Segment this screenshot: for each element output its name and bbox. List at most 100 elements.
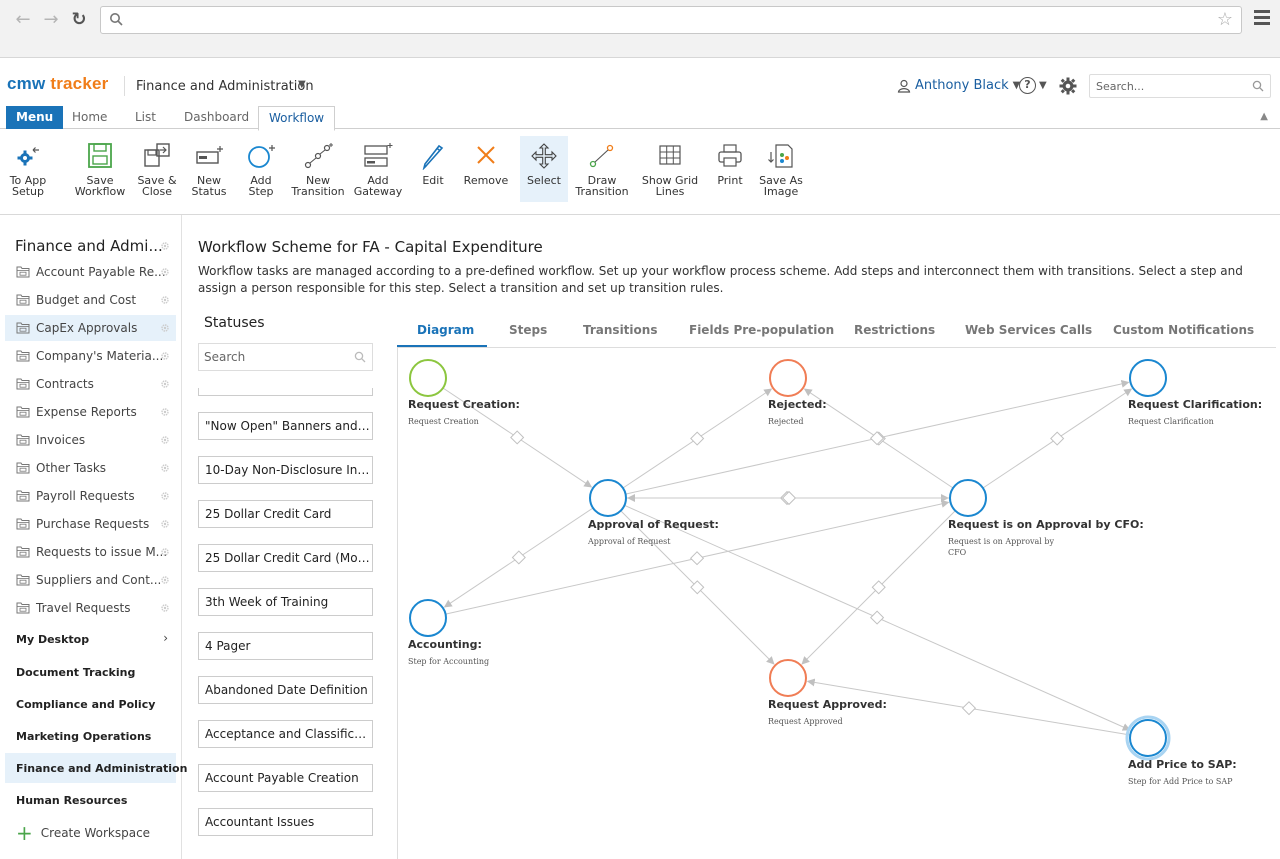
sidebar-item[interactable]: Contracts <box>5 371 176 397</box>
step-node-request-approved[interactable] <box>769 659 807 697</box>
step-node-approval-by-cfo[interactable] <box>949 479 987 517</box>
sidebar-section[interactable]: Document Tracking <box>5 657 176 687</box>
print-button[interactable]: Print <box>710 136 750 202</box>
gear-icon[interactable] <box>160 351 170 361</box>
new-transition-button[interactable]: New Transition <box>290 136 346 202</box>
to-app-setup-button[interactable]: To App Setup <box>0 136 56 202</box>
reload-icon[interactable]: ↻ <box>68 9 90 31</box>
transition-handle[interactable] <box>1050 431 1065 446</box>
status-list-item[interactable]: 10-Day Non-Disclosure Initi... <box>198 456 373 484</box>
sidebar-section[interactable]: Human Resources <box>5 785 176 815</box>
gear-icon[interactable] <box>160 519 170 529</box>
gear-icon[interactable] <box>160 295 170 305</box>
chevron-down-icon[interactable]: ▼ <box>298 79 306 90</box>
gear-icon[interactable] <box>160 575 170 585</box>
sidebar-item[interactable]: Invoices <box>5 427 176 453</box>
status-list-item[interactable]: Accountant Issues <box>198 808 373 836</box>
diagram-tab[interactable]: Web Services Calls <box>965 323 1092 337</box>
sidebar-section[interactable]: Compliance and Policy <box>5 689 176 719</box>
gear-icon[interactable] <box>160 407 170 417</box>
diagram-tab[interactable]: Transitions <box>583 323 657 337</box>
show-grid-lines-button[interactable]: Show Grid Lines <box>640 136 700 202</box>
status-list-item[interactable]: "Now Open" Banners and/o... <box>198 412 373 440</box>
step-node-approval-of-request[interactable] <box>589 479 627 517</box>
tab-list[interactable]: List <box>129 106 162 129</box>
new-status-button[interactable]: New Status <box>186 136 232 202</box>
status-list-item[interactable]: 25 Dollar Credit Card <box>198 500 373 528</box>
forward-arrow-icon[interactable]: → <box>40 9 62 31</box>
collapse-ribbon-icon[interactable]: ▲ <box>1260 111 1268 122</box>
status-list-item[interactable]: Acceptance and Classificati... <box>198 720 373 748</box>
bookmark-star-icon[interactable]: ☆ <box>1217 9 1233 30</box>
help-menu[interactable]: ? ▼ <box>1019 77 1047 94</box>
gear-icon[interactable] <box>160 491 170 501</box>
sidebar-item[interactable]: Company's Materia... <box>5 343 176 369</box>
gear-icon[interactable] <box>160 241 170 251</box>
sidebar-item[interactable]: CapEx Approvals <box>5 315 176 341</box>
gear-icon[interactable] <box>160 435 170 445</box>
global-search-input[interactable] <box>1090 75 1240 98</box>
step-node-request-creation[interactable] <box>409 359 447 397</box>
browser-menu-icon[interactable] <box>1254 10 1270 28</box>
settings-gear-icon[interactable] <box>1059 77 1077 95</box>
sidebar-section[interactable]: Finance and Administration <box>5 753 187 783</box>
logo[interactable]: cmw tracker <box>7 74 108 94</box>
back-arrow-icon[interactable]: ← <box>12 9 34 31</box>
status-list-item[interactable]: Abandoned Date Definition <box>198 676 373 704</box>
diagram-tab[interactable]: Steps <box>509 323 547 337</box>
transition-handle[interactable] <box>510 430 525 445</box>
search-icon[interactable] <box>1252 80 1264 92</box>
step-node-accounting[interactable] <box>409 599 447 637</box>
sidebar-section[interactable]: Marketing Operations <box>5 721 176 751</box>
gear-icon[interactable] <box>160 379 170 389</box>
status-list-item[interactable]: 3th Week of Training <box>198 588 373 616</box>
transition-handle[interactable] <box>690 431 705 446</box>
tab-workflow[interactable]: Workflow <box>258 106 336 131</box>
save-close-button[interactable]: Save & Close <box>132 136 182 202</box>
diagram-tab[interactable]: Restrictions <box>854 323 935 337</box>
step-node-rejected[interactable] <box>769 359 807 397</box>
gear-icon[interactable] <box>160 463 170 473</box>
tab-menu[interactable]: Menu <box>6 106 64 129</box>
sidebar-item[interactable]: Account Payable Re... <box>5 259 176 285</box>
tab-dashboard[interactable]: Dashboard <box>178 106 255 129</box>
create-workspace-button[interactable]: + Create Workspace <box>16 823 150 843</box>
sidebar-section[interactable]: My Desktop › <box>5 624 176 654</box>
save-workflow-button[interactable]: Save Workflow <box>72 136 128 202</box>
sidebar-title[interactable]: Finance and Admi... <box>15 237 163 255</box>
save-as-image-button[interactable]: Save As Image <box>756 136 806 202</box>
add-gateway-button[interactable]: Add Gateway <box>352 136 404 202</box>
tab-home[interactable]: Home <box>66 106 113 129</box>
sidebar-item[interactable]: Purchase Requests <box>5 511 176 537</box>
user-menu[interactable]: Anthony Black ▼ <box>897 78 1020 93</box>
sidebar-item[interactable]: Payroll Requests <box>5 483 176 509</box>
status-list-item[interactable]: Account Payable Creation <box>198 764 373 792</box>
search-icon[interactable] <box>354 351 366 363</box>
status-list-item[interactable]: 25 Dollar Credit Card (Mock... <box>198 544 373 572</box>
transition-handle[interactable] <box>961 701 977 716</box>
transition-handle[interactable] <box>870 610 885 625</box>
diagram-tab[interactable]: Diagram <box>417 323 474 337</box>
workspace-selector[interactable]: Finance and Administration <box>136 79 314 94</box>
transition-handle[interactable] <box>689 551 705 566</box>
sidebar-item[interactable]: Expense Reports <box>5 399 176 425</box>
add-step-button[interactable]: Add Step <box>238 136 284 202</box>
draw-transition-button[interactable]: Draw Transition <box>574 136 630 202</box>
diagram-tab[interactable]: Fields Pre-population <box>689 323 834 337</box>
sidebar-item[interactable]: Budget and Cost <box>5 287 176 313</box>
address-bar[interactable]: ☆ <box>100 6 1242 34</box>
gear-icon[interactable] <box>160 547 170 557</box>
remove-button[interactable]: Remove <box>460 136 512 202</box>
select-button[interactable]: Select <box>520 136 568 202</box>
step-node-add-price-to-sap[interactable] <box>1129 719 1167 757</box>
gear-icon[interactable] <box>160 323 170 333</box>
edit-button[interactable]: Edit <box>414 136 452 202</box>
status-search-input[interactable] <box>199 344 339 370</box>
sidebar-item[interactable]: Other Tasks <box>5 455 176 481</box>
workflow-diagram[interactable]: Request Creation: Request Creation Rejecte… <box>397 348 1280 859</box>
sidebar-item[interactable]: Suppliers and Cont... <box>5 567 176 593</box>
transition-handle[interactable] <box>511 550 526 565</box>
gear-icon[interactable] <box>160 267 170 277</box>
sidebar-item[interactable]: Travel Requests <box>5 595 176 621</box>
diagram-tab[interactable]: Custom Notifications <box>1113 323 1254 337</box>
